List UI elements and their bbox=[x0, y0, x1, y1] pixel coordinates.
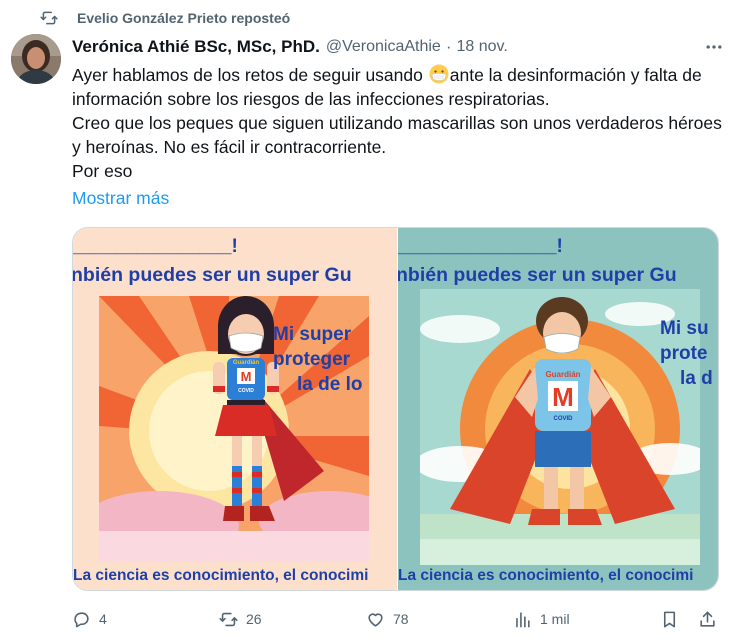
media-image-right[interactable]: _______________! nbién puedes ser un sup… bbox=[398, 228, 718, 590]
poster-blank: _______________! bbox=[398, 236, 563, 257]
avatar[interactable] bbox=[11, 34, 61, 84]
author-handle[interactable]: @VeronicaAthie bbox=[326, 38, 441, 56]
poster-power-line: proteger bbox=[273, 349, 351, 370]
views-icon bbox=[516, 611, 530, 627]
reply-button[interactable]: 4 bbox=[72, 606, 107, 632]
like-count: 78 bbox=[393, 611, 409, 627]
media-image-left[interactable]: _______________! nbién puedes ser un sup… bbox=[73, 228, 397, 590]
reply-icon bbox=[74, 611, 89, 627]
poster-power-line: Mi super bbox=[273, 324, 352, 345]
tweet-text-part: Ayer hablamos de los retos de seguir usa… bbox=[72, 65, 423, 85]
repost-text: Evelio González Prieto reposteó bbox=[77, 10, 291, 26]
repost-count: 26 bbox=[246, 611, 262, 627]
badge-title: Guardián bbox=[545, 370, 580, 379]
heart-icon bbox=[368, 612, 383, 627]
repost-icon bbox=[40, 9, 58, 27]
poster-power-line: Mi su bbox=[660, 318, 709, 339]
repost-button[interactable]: 26 bbox=[219, 606, 262, 632]
poster-heading: nbién puedes ser un super Gu bbox=[398, 264, 677, 286]
author-name[interactable]: Verónica Athié BSc, MSc, PhD. bbox=[72, 37, 320, 57]
badge-title: Guardián bbox=[233, 360, 260, 366]
tweet-actions: 4 26 78 1 mil bbox=[72, 606, 722, 632]
poster-heading: nbién puedes ser un super Gu bbox=[73, 264, 352, 286]
face-with-mask-emoji-icon bbox=[429, 64, 449, 84]
separator-dot: · bbox=[445, 37, 452, 56]
poster-power-text: Mi super proteger la de lo bbox=[273, 322, 397, 397]
tweet-paragraph-3: Por eso bbox=[72, 161, 133, 181]
reply-count: 4 bbox=[99, 611, 107, 627]
tweet-paragraph-2: Creo que los peques que siguen utilizand… bbox=[72, 113, 722, 157]
views-button[interactable]: 1 mil bbox=[513, 606, 570, 632]
media-gallery: _______________! nbién puedes ser un sup… bbox=[72, 227, 719, 591]
bookmark-button[interactable] bbox=[660, 606, 679, 632]
poster-power-text: Mi su prote la d bbox=[660, 316, 718, 391]
poster-blank: _______________! bbox=[73, 236, 238, 257]
poster-power-line: prote bbox=[660, 343, 708, 364]
share-button[interactable] bbox=[698, 606, 717, 632]
timestamp[interactable]: 18 nov. bbox=[456, 38, 507, 56]
views-count: 1 mil bbox=[540, 611, 570, 627]
show-more-link[interactable]: Mostrar más bbox=[72, 188, 169, 209]
poster-power-line: la d bbox=[680, 368, 713, 389]
badge-sub: COVID bbox=[553, 416, 573, 422]
tweet-text: Ayer hablamos de los retos de seguir usa… bbox=[72, 63, 728, 183]
poster-footer: La ciencia es conocimiento, el conocimi bbox=[398, 567, 694, 584]
like-button[interactable]: 78 bbox=[366, 606, 409, 632]
poster-footer: La ciencia es conocimiento, el conocimi bbox=[73, 567, 369, 584]
tweet-header: Verónica Athié BSc, MSc, PhD. @VeronicaA… bbox=[72, 36, 728, 58]
repost-context[interactable]: Evelio González Prieto reposteó bbox=[40, 8, 290, 28]
more-options-button[interactable] bbox=[700, 36, 728, 58]
badge-sub: COVID bbox=[238, 388, 254, 394]
badge-letter: M bbox=[241, 369, 252, 384]
repost-icon bbox=[219, 612, 238, 626]
badge-letter: M bbox=[552, 382, 574, 412]
tweet-paragraph-1: Ayer hablamos de los retos de seguir usa… bbox=[72, 63, 728, 111]
superhero-boy-illustration: M Guardián COVID bbox=[420, 289, 700, 565]
share-icon bbox=[700, 611, 715, 627]
bookmark-icon bbox=[663, 611, 676, 627]
poster-power-line: la de lo bbox=[297, 374, 363, 395]
more-icon bbox=[706, 45, 722, 49]
